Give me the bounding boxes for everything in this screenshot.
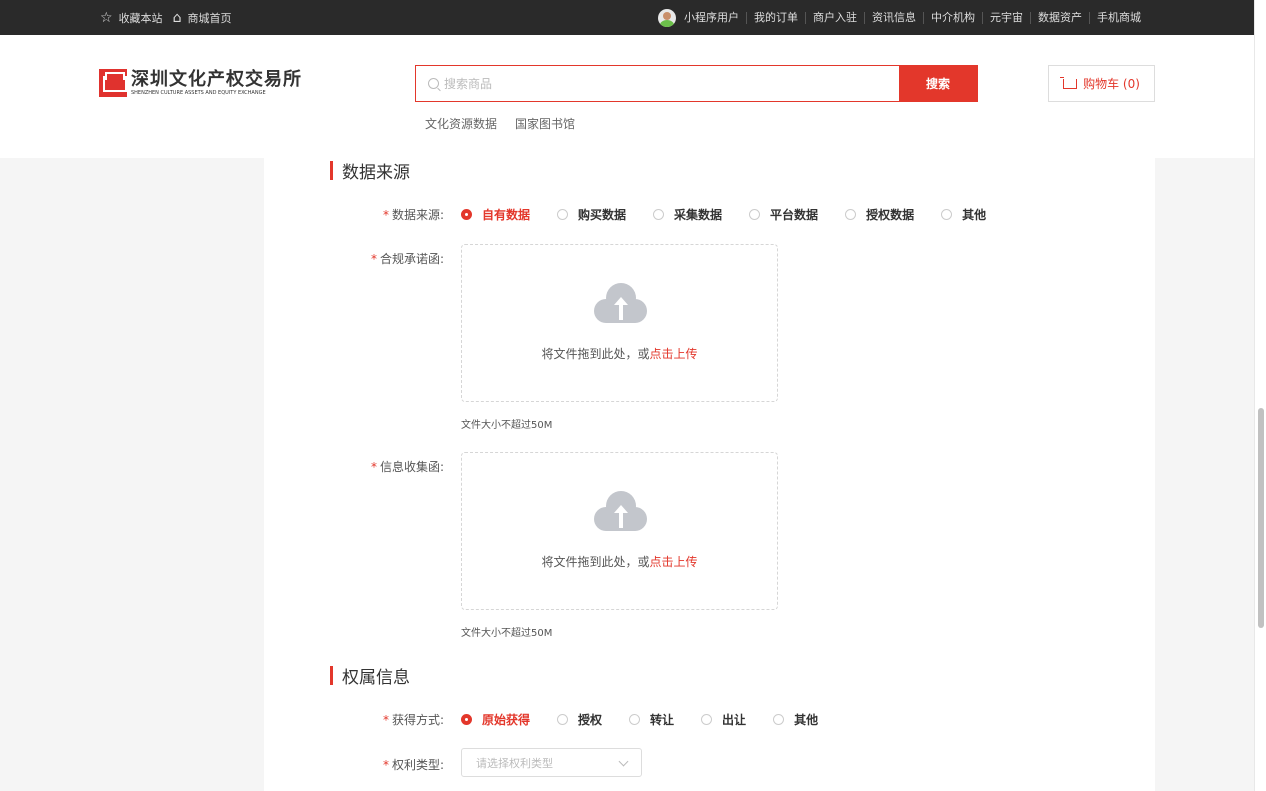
logo-title: 深圳文化产权交易所 xyxy=(131,68,302,90)
right-type-select[interactable]: 请选择权利类型 xyxy=(461,748,642,777)
cloud-upload-icon xyxy=(594,283,647,323)
radio-own-data[interactable]: 自有数据 xyxy=(461,206,530,223)
agency-link[interactable]: 中介机构 xyxy=(923,11,982,24)
click-upload-link[interactable]: 点击上传 xyxy=(650,555,698,569)
favorite-link[interactable]: 收藏本站 xyxy=(119,10,163,26)
logo[interactable]: 深圳文化产权交易所 SHENZHEN CULTURE ASSETS AND EQ… xyxy=(99,69,302,97)
header: 深圳文化产权交易所 SHENZHEN CULTURE ASSETS AND EQ… xyxy=(0,35,1254,158)
hotword-item[interactable]: 文化资源数据 xyxy=(425,115,497,132)
section-marker xyxy=(330,161,333,180)
radio-assignment[interactable]: 出让 xyxy=(701,711,746,728)
upload-text: 将文件拖到此处，或点击上传 xyxy=(541,347,698,361)
search-icon xyxy=(428,78,439,89)
radio-dot xyxy=(557,714,569,725)
section-title-text: 数据来源 xyxy=(342,163,410,183)
radio-dot xyxy=(557,209,569,220)
radio-dot xyxy=(845,209,857,220)
cart-button[interactable]: 购物车 (0) xyxy=(1048,65,1155,102)
form-panel: 数据来源 * 数据来源: 自有数据 购买数据 采集数据 平台数据 授权数据 其他 … xyxy=(264,158,1155,791)
cloud-upload-icon xyxy=(594,491,647,531)
logo-text: 深圳文化产权交易所 SHENZHEN CULTURE ASSETS AND EQ… xyxy=(131,68,302,97)
cart-label: 购物车 (0) xyxy=(1083,77,1140,91)
search-placeholder: 搜索商品 xyxy=(444,77,493,91)
radio-dot xyxy=(701,714,713,725)
home-link[interactable]: 商城首页 xyxy=(187,10,231,26)
scrollbar-thumb[interactable] xyxy=(1258,408,1264,628)
radio-collected-data[interactable]: 采集数据 xyxy=(653,206,722,223)
upload-text: 将文件拖到此处，或点击上传 xyxy=(541,555,698,569)
collection-label: * 信息收集函: xyxy=(370,460,444,474)
hotword-item[interactable]: 国家图书馆 xyxy=(515,115,575,132)
avatar[interactable] xyxy=(658,8,676,27)
radio-purchased-data[interactable]: 购买数据 xyxy=(557,206,626,223)
right-type-label: * 权利类型: xyxy=(382,758,444,772)
file-size-tip: 文件大小不超过50M xyxy=(461,628,553,639)
data-assets-link[interactable]: 数据资产 xyxy=(1030,11,1089,24)
data-source-label: * 数据来源: xyxy=(382,208,444,222)
acquire-method-label: * 获得方式: xyxy=(382,713,444,727)
metaverse-link[interactable]: 元宇宙 xyxy=(982,11,1030,24)
radio-dot xyxy=(629,714,641,725)
radio-license[interactable]: 授权 xyxy=(557,711,602,728)
radio-platform-data[interactable]: 平台数据 xyxy=(749,206,818,223)
news-link[interactable]: 资讯信息 xyxy=(864,11,923,24)
radio-other[interactable]: 其他 xyxy=(941,206,986,223)
search-button[interactable]: 搜索 xyxy=(899,66,977,101)
merchant-link[interactable]: 商户入驻 xyxy=(805,11,864,24)
hotwords: 文化资源数据 国家图书馆 xyxy=(425,115,575,132)
section-title-text: 权属信息 xyxy=(342,668,410,688)
top-bar-left: ☆ 收藏本站 ⌂ 商城首页 xyxy=(100,0,235,35)
search-input[interactable]: 搜索商品 xyxy=(416,66,899,101)
user-link[interactable]: 小程序用户 xyxy=(684,11,746,24)
radio-dot xyxy=(653,209,665,220)
orders-link[interactable]: 我的订单 xyxy=(746,11,805,24)
chevron-down-icon xyxy=(618,756,629,767)
radio-transfer[interactable]: 转让 xyxy=(629,711,674,728)
compliance-upload-dropzone[interactable]: 将文件拖到此处，或点击上传 xyxy=(461,244,778,402)
top-bar: ☆ 收藏本站 ⌂ 商城首页 小程序用户 我的订单 商户入驻 资讯信息 中介机构 … xyxy=(0,0,1254,35)
top-bar-right: 小程序用户 我的订单 商户入驻 资讯信息 中介机构 元宇宙 数据资产 手机商城 xyxy=(658,0,1148,35)
logo-mark-icon xyxy=(99,69,127,97)
home-icon[interactable]: ⌂ xyxy=(173,11,182,25)
select-placeholder: 请选择权利类型 xyxy=(476,756,553,770)
search-bar: 搜索商品 搜索 xyxy=(415,65,978,102)
file-size-tip: 文件大小不超过50M xyxy=(461,420,553,431)
logo-subtitle: SHENZHEN CULTURE ASSETS AND EQUITY EXCHA… xyxy=(131,89,266,96)
radio-dot xyxy=(749,209,761,220)
radio-dot xyxy=(461,714,472,725)
compliance-label: * 合规承诺函: xyxy=(370,252,444,266)
section-title-ownership: 权属信息 xyxy=(330,663,410,688)
star-icon[interactable]: ☆ xyxy=(100,11,113,25)
mobile-mall-link[interactable]: 手机商城 xyxy=(1089,11,1148,24)
radio-other-acquire[interactable]: 其他 xyxy=(773,711,818,728)
click-upload-link[interactable]: 点击上传 xyxy=(650,347,698,361)
section-marker xyxy=(330,666,333,685)
radio-licensed-data[interactable]: 授权数据 xyxy=(845,206,914,223)
radio-original[interactable]: 原始获得 xyxy=(461,711,530,728)
cart-icon xyxy=(1060,76,1078,89)
radio-dot xyxy=(773,714,785,725)
page-scrollbar[interactable] xyxy=(1254,0,1266,791)
data-source-radios: 自有数据 购买数据 采集数据 平台数据 授权数据 其他 xyxy=(461,206,1013,223)
section-title-data-source: 数据来源 xyxy=(330,158,410,183)
radio-dot xyxy=(941,209,953,220)
radio-dot xyxy=(461,209,472,220)
collection-upload-dropzone[interactable]: 将文件拖到此处，或点击上传 xyxy=(461,452,778,610)
acquire-method-radios: 原始获得 授权 转让 出让 其他 xyxy=(461,711,845,728)
